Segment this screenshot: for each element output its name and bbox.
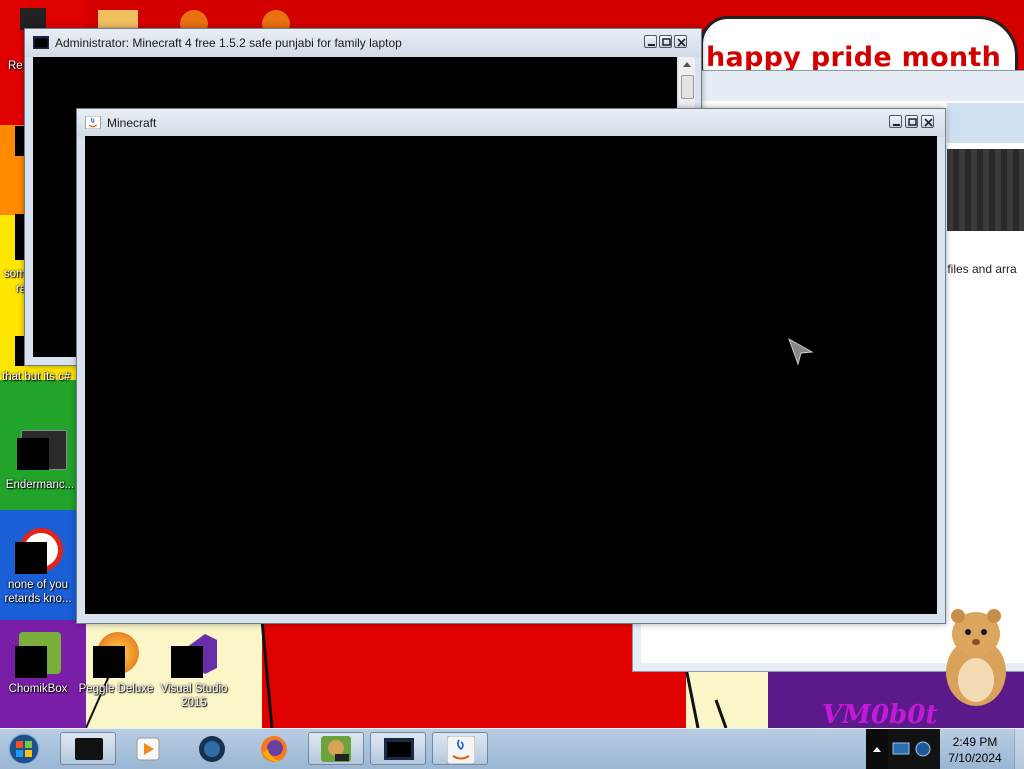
black-app-icon [75,738,103,760]
background-window-banner [947,149,1024,231]
taskbar-item-java[interactable] [432,732,488,765]
taskbar-item-media-player[interactable] [120,732,176,765]
maximize-button[interactable] [905,115,918,128]
maximize-button[interactable] [659,35,672,48]
minecraft-window-title: Minecraft [107,116,157,130]
pride-sign-text: happy pride month [706,42,1002,73]
taskbar-item-chomikbox[interactable] [308,732,364,765]
java-icon [85,116,101,129]
minecraft-window[interactable]: Minecraft [76,108,946,624]
desktop-icon-chomikbox[interactable]: ChomikBox [0,632,76,696]
maximize-icon [662,38,671,46]
minimize-button[interactable] [644,35,657,48]
desktop-icon-endermanc[interactable]: Endermanc... [2,428,78,492]
cmd-window-title: Administrator: Minecraft 4 free 1.5.2 sa… [55,36,402,50]
clock-date: 7/10/2024 [948,751,1002,765]
peggle-icon [93,632,139,678]
media-player-icon [136,737,160,761]
desktop-icon-label: Endermanc... [5,479,75,491]
volume-icon[interactable] [914,739,932,759]
desktop-icon-label-partial[interactable]: som [4,268,26,280]
minimize-button[interactable] [889,115,902,128]
desktop-icon-label-partial[interactable]: Re [8,60,23,72]
minimize-icon [893,124,900,126]
close-button[interactable] [921,115,934,128]
minecraft-game-canvas[interactable] [85,136,937,614]
desktop-icon-label: Peggle Deluxe [78,683,154,695]
chomikbox-icon [15,632,61,678]
background-window-text: r files and arra [940,262,1017,276]
desktop-icon-label: Visual Studio 2015 [160,683,228,709]
java-icon [447,736,475,764]
taskbar-item-firefox[interactable] [246,732,302,765]
globe-app-icon [199,736,225,762]
firefox-icon [261,736,287,762]
endermanc-icon [17,428,67,474]
minecraft-titlebar[interactable]: Minecraft [77,109,945,137]
close-icon [677,38,686,47]
cmd-icon [33,36,49,49]
taskbar-item-black-app[interactable] [60,732,116,765]
show-desktop-button[interactable] [1014,729,1024,769]
taskbar-item-globe-app[interactable] [184,732,240,765]
desktop-icon-visual-studio[interactable]: Visual Studio 2015 [156,632,232,710]
taskbar-item-cmd[interactable] [370,732,426,765]
opera-icon [15,528,63,574]
background-window-header [947,103,1024,143]
network-icon[interactable] [892,741,910,757]
close-icon [924,118,933,127]
taskbar-clock[interactable]: 2:49 PM 7/10/2024 [940,734,1010,766]
scroll-thumb[interactable] [681,75,694,99]
cmd-titlebar[interactable]: Administrator: Minecraft 4 free 1.5.2 sa… [25,29,701,57]
minimize-icon [648,44,655,46]
desktop-icon-label-partial[interactable]: that but its c# [2,371,70,383]
desktop-icon-label: none of you retards kno... [4,579,72,605]
desktop-icon-label: ChomikBox [8,683,68,695]
mouse-cursor-icon [788,337,814,366]
scroll-up-icon[interactable] [679,57,695,73]
close-button[interactable] [674,35,687,48]
hamster-mascot-icon [946,609,1006,706]
visual-studio-icon [171,632,217,678]
start-button-icon[interactable] [6,732,42,766]
taskbar: 2:49 PM 7/10/2024 [0,728,1024,769]
desktop-icon-peggle-deluxe[interactable]: Peggle Deluxe [78,632,154,696]
show-hidden-icons-icon[interactable] [872,745,882,753]
chomikbox-icon [321,736,351,762]
watermark-text: VM0b0t [822,700,938,730]
desktop-icon-none-of-you[interactable]: none of you retards kno... [0,528,76,606]
maximize-icon [908,118,917,126]
cmd-icon [384,738,414,760]
clock-time: 2:49 PM [952,735,998,749]
